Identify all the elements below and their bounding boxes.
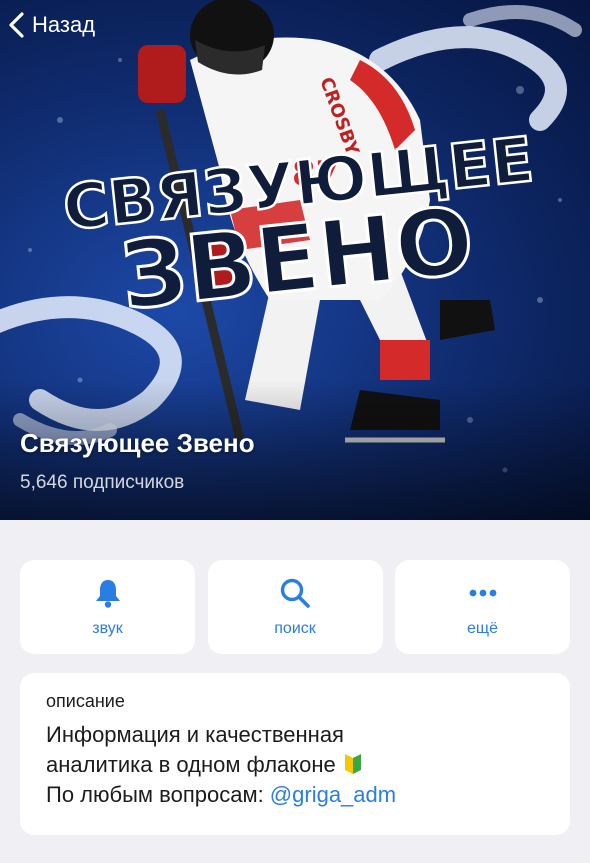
search-button[interactable]: поиск [207,560,383,654]
description-line-1: Информация и качественная [46,722,344,747]
admin-username-link[interactable]: @griga_adm [270,782,396,807]
back-label: Назад [32,12,96,37]
action-bar: звук поиск ещё [20,560,570,654]
bell-icon [95,580,120,608]
beginner-badge-icon [344,754,361,774]
sound-button[interactable]: звук [20,560,195,654]
description-line-3: По любым вопросам: @griga_adm [46,780,544,810]
subscriber-count: 5,646 подписчиков [20,472,185,493]
description-line-3-text: По любым вопросам: [46,782,270,807]
more-icon [469,589,496,597]
channel-title: Связующее Звено [20,428,255,458]
back-button[interactable]: Назад [6,10,95,40]
description-card: описание Информация и качественная анали… [20,673,570,835]
channel-cover: 87 CROSBY СВЯЗУЮЩЕЕ ЗВЕНО Назад Связующе… [0,0,590,520]
more-button-label: ещё [467,620,498,637]
search-icon [280,578,310,608]
description-line-2: аналитика в одном флаконе [46,750,544,780]
description-line-2-text: аналитика в одном флаконе [46,752,336,777]
more-button[interactable]: ещё [395,560,570,654]
search-button-label: поиск [274,620,316,637]
sound-button-label: звук [92,620,123,637]
chevron-left-icon [9,12,24,38]
description-header: описание [46,691,125,711]
